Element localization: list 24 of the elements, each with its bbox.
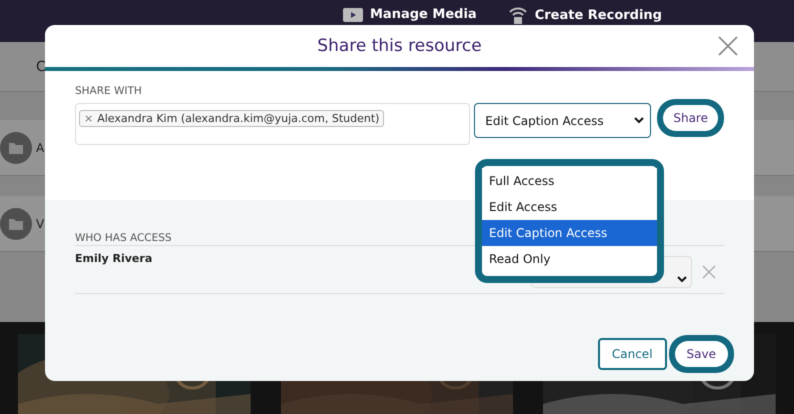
chevron-down-icon <box>634 117 644 124</box>
chip-text: Alexandra Kim (alexandra.kim@yuja.com, Student) <box>97 112 380 125</box>
folder-icon <box>0 208 32 240</box>
tab-label[interactable]: C <box>36 58 46 74</box>
remove-icon[interactable] <box>702 265 716 279</box>
row-title: V <box>36 216 44 230</box>
recipient-field[interactable]: × Alexandra Kim (alexandra.kim@yuja.com, Student) <box>75 103 470 145</box>
folder-icon <box>0 132 32 164</box>
dropdown-option[interactable]: Edit Caption Access <box>482 220 657 246</box>
row-title: A <box>36 140 44 154</box>
save-button[interactable]: Save <box>674 341 728 367</box>
section-label: SHARE WITH <box>75 85 143 97</box>
close-button[interactable] <box>716 34 740 58</box>
share-button[interactable]: Share <box>663 105 718 131</box>
person-name: Emily Rivera <box>75 252 152 267</box>
chevron-down-icon <box>677 276 687 283</box>
header-link[interactable]: Manage Media <box>370 6 477 22</box>
dialog-title: Share this resource <box>317 36 482 56</box>
cancel-button[interactable]: Cancel <box>598 338 667 370</box>
video-folder-icon <box>342 5 364 23</box>
broadcast-icon <box>506 5 529 25</box>
remove-icon[interactable]: × <box>84 112 94 125</box>
access-select[interactable]: Edit Caption Access <box>474 103 652 138</box>
header-link[interactable]: Create Recording <box>534 8 662 22</box>
